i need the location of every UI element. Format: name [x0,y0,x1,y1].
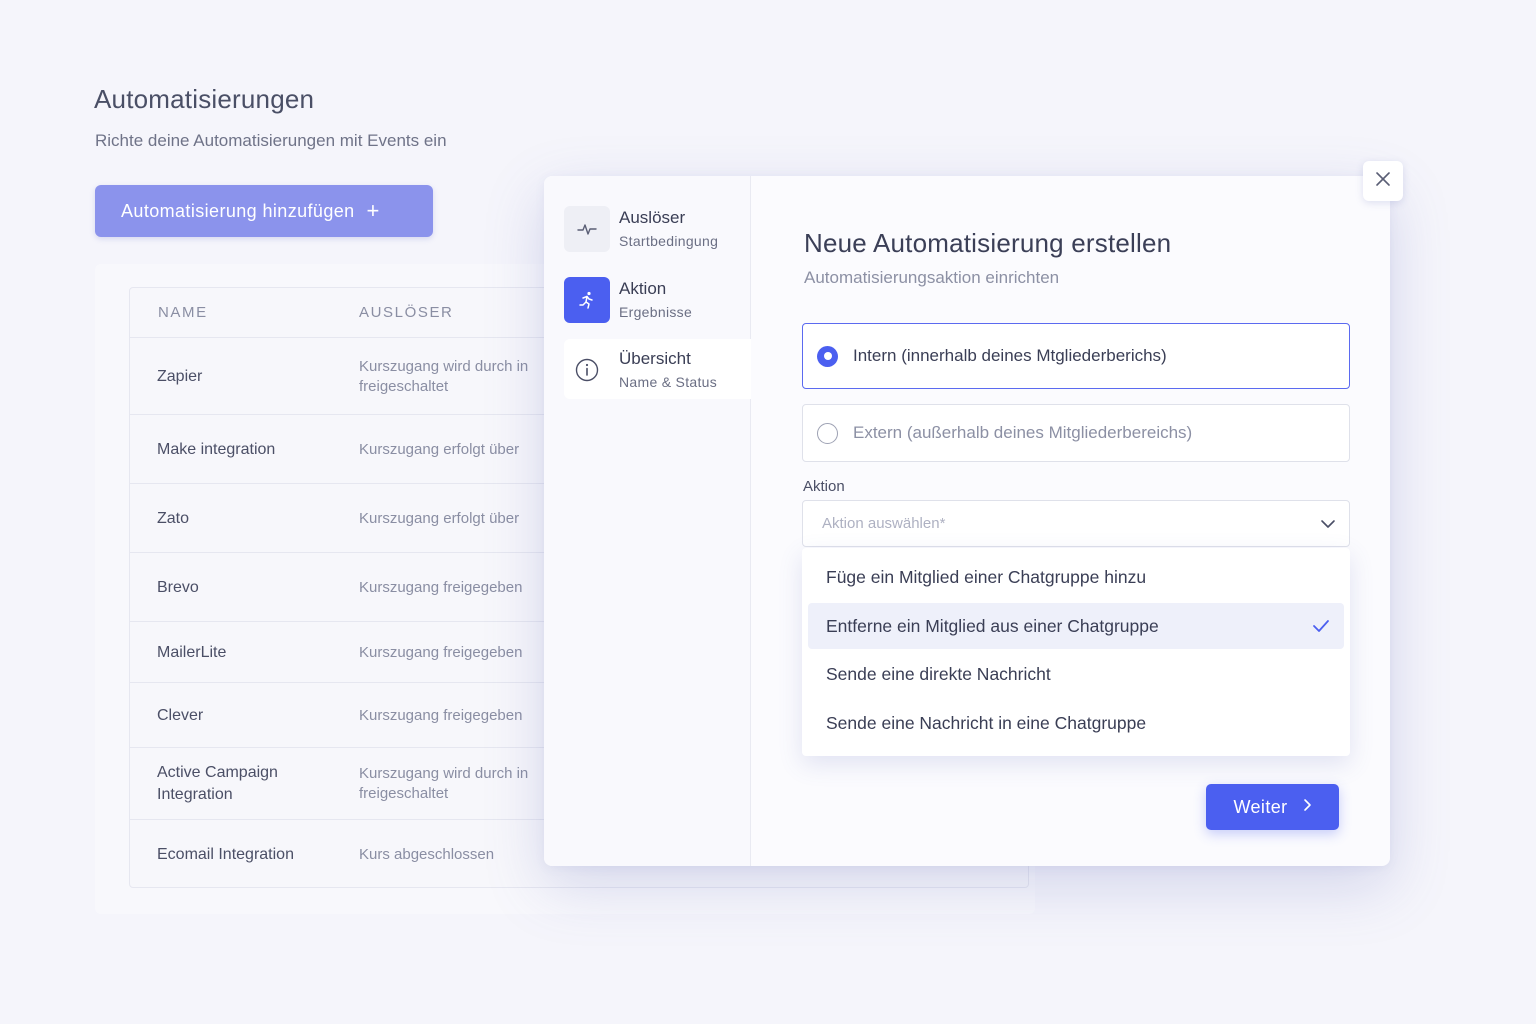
dropdown-option[interactable]: Sende eine direkte Nachricht [808,651,1344,697]
chevron-right-icon [1302,798,1312,817]
cell-trigger: Kurszugang erfolgt über [359,440,520,458]
cell-trigger: Kurs abgeschlossen [359,845,495,863]
wizard-steps: Auslöser Startbedingung Aktion Ergebniss… [544,176,751,866]
column-header-trigger[interactable]: AUSLÖSER [359,304,454,321]
close-icon [1374,170,1392,193]
option-internal[interactable]: Intern (innerhalb deines Mtgliederberich… [802,323,1350,389]
page-title: Automatisierungen [94,84,315,114]
cell-trigger: Kurszugang freigegeben [359,706,523,724]
dropdown-option-label: Füge ein Mitglied einer Chatgruppe hinzu [826,566,1147,587]
create-automation-modal: Auslöser Startbedingung Aktion Ergebniss… [544,176,1390,866]
step-action-title: Aktion [619,279,667,298]
close-modal-button[interactable] [1363,161,1403,201]
step-trigger[interactable]: Auslöser Startbedingung [564,198,751,258]
dropdown-option-label: Entferne ein Mitglied aus einer Chatgrup… [826,615,1159,636]
modal-subtitle: Automatisierungsaktion einrichten [804,268,1060,287]
action-select-placeholder: Aktion auswählen* [822,515,946,532]
pulse-icon [564,206,610,252]
next-button[interactable]: Weiter [1206,784,1339,830]
dropdown-option[interactable]: Füge ein Mitglied einer Chatgruppe hinzu [808,554,1344,600]
plus-icon: + [366,198,380,223]
radio-internal[interactable] [817,345,838,367]
add-automation-label: Automatisierung hinzufügen [121,200,355,221]
next-button-label: Weiter [1233,796,1288,817]
cell-name: Ecomail Integration [157,845,294,863]
option-external-label: Extern (außerhalb deines Mitgliederberei… [853,423,1193,442]
option-internal-label: Intern (innerhalb deines Mtgliederberich… [853,346,1167,365]
cell-name: MailerLite [157,643,227,661]
cell-trigger: Kurszugang wird durch in freigeschaltet [359,357,529,395]
step-overview[interactable]: Übersicht Name & Status [564,339,751,399]
step-overview-subtitle: Name & Status [619,374,718,390]
cell-trigger: Kurszugang freigegeben [359,578,523,596]
cell-name: Zapier [157,367,203,385]
option-external[interactable]: Extern (außerhalb deines Mitgliederberei… [802,404,1350,462]
step-trigger-title: Auslöser [619,208,686,227]
running-person-icon [564,277,610,323]
column-header-name[interactable]: NAME [158,304,208,321]
dropdown-option-selected[interactable]: Entferne ein Mitglied aus einer Chatgrup… [808,603,1344,649]
cell-trigger: Kurszugang freigegeben [359,643,523,661]
cell-trigger: Kurszugang wird durch in freigeschaltet [359,765,529,802]
cell-name: Make integration [157,440,276,458]
add-automation-button[interactable]: Automatisierung hinzufügen + [95,185,433,237]
action-select[interactable]: Aktion auswählen* [802,500,1350,547]
dropdown-option-label: Sende eine Nachricht in eine Chatgruppe [826,712,1147,733]
action-dropdown: Füge ein Mitglied einer Chatgruppe hinzu… [802,548,1350,756]
step-action[interactable]: Aktion Ergebnisse [564,269,751,329]
step-action-subtitle: Ergebnisse [619,304,693,320]
dropdown-option-label: Sende eine direkte Nachricht [826,663,1051,684]
cell-name: Active Campaign Integration [157,764,278,803]
radio-external[interactable] [817,422,838,444]
cell-name: Brevo [157,578,199,596]
step-trigger-subtitle: Startbedingung [619,233,719,249]
cell-name: Zato [157,509,190,527]
cell-trigger: Kurszugang erfolgt über [359,509,520,527]
dropdown-option[interactable]: Sende eine Nachricht in eine Chatgruppe [808,700,1344,746]
checkmark-icon [1312,618,1330,639]
page-subtitle: Richte deine Automatisierungen mit Event… [95,131,447,150]
step-overview-title: Übersicht [619,349,691,368]
modal-title: Neue Automatisierung erstellen [804,228,1172,258]
chevron-down-icon [1319,515,1337,538]
info-icon [564,347,610,393]
action-field-label: Aktion [803,478,845,495]
cell-name: Clever [157,706,204,724]
